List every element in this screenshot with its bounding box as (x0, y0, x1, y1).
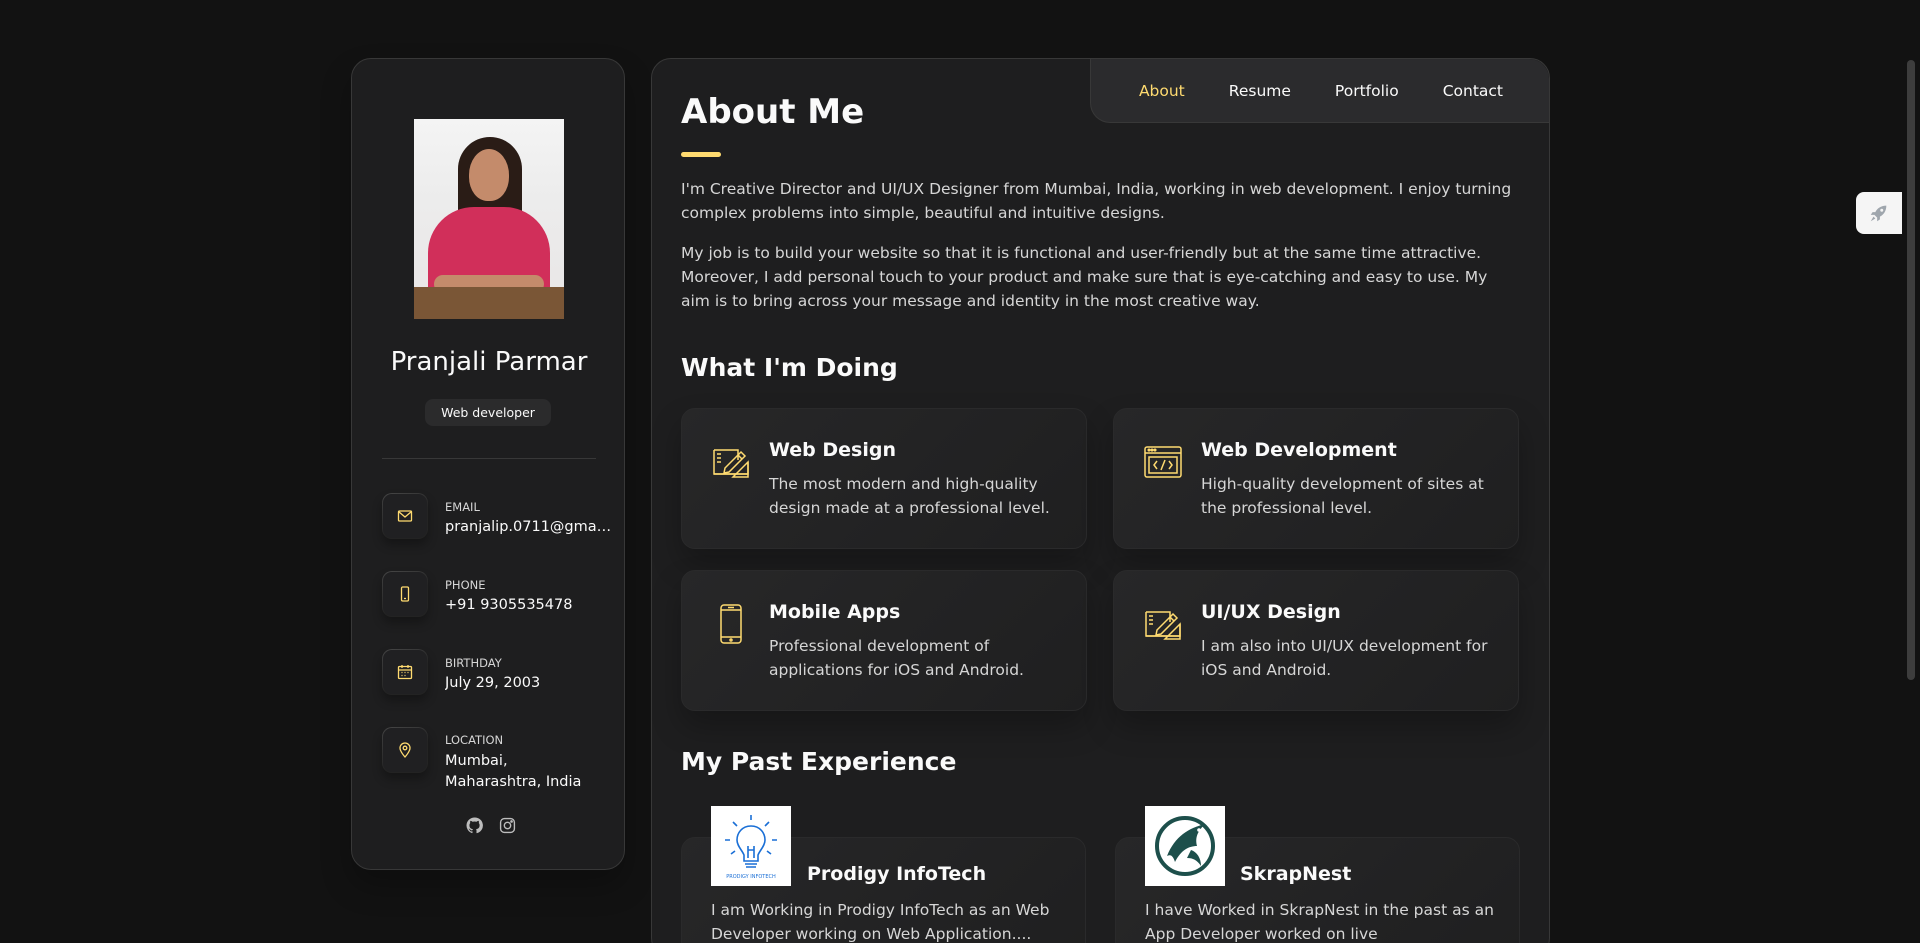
contact-email: EMAIL pranjalip.0711@gmail.com (382, 493, 615, 543)
nav-item-contact[interactable]: Contact (1443, 82, 1503, 100)
service-text: Professional development of applications… (769, 637, 1024, 679)
nav-item-about[interactable]: About (1139, 82, 1185, 100)
service-card-ui-ux-design: UI/UX Design I am also into UI/UX develo… (1113, 570, 1519, 711)
service-text: The most modern and high-quality design … (769, 475, 1050, 517)
about-paragraph-2: My job is to build your website so that … (681, 244, 1488, 310)
profile-sidebar: Pranjali Parmar Web developer EMAIL pran… (351, 58, 625, 870)
social-links (466, 817, 526, 837)
skrapnest-logo (1145, 806, 1225, 886)
design-icon (713, 449, 749, 478)
experience-text: I have Worked in SkrapNest in the past a… (1145, 901, 1494, 943)
service-title: Mobile Apps (769, 601, 901, 623)
github-icon[interactable] (466, 817, 483, 834)
sidebar-divider (382, 458, 596, 459)
birthday-value: July 29, 2003 (445, 675, 541, 691)
rocket-icon (1870, 205, 1887, 222)
service-card-web-design: Web Design The most modern and high-qual… (681, 408, 1087, 549)
service-text: I am also into UI/UX development for iOS… (1201, 637, 1488, 679)
profile-title-badge: Web developer (425, 399, 551, 426)
contact-label: BIRTHDAY (445, 656, 502, 670)
page-scrollbar[interactable] (1907, 60, 1915, 680)
title-underline (681, 152, 721, 157)
code-window-icon (1144, 446, 1182, 478)
instagram-icon[interactable] (499, 817, 516, 834)
design-icon (1145, 611, 1181, 640)
experience-company: Prodigy InfoTech (807, 863, 987, 885)
phone-link[interactable]: +91 9305535478 (445, 597, 615, 613)
nav-item-resume[interactable]: Resume (1229, 82, 1291, 100)
prodigy-logo-text: PRODIGY INFOTECH (726, 874, 776, 880)
mobile-icon (720, 604, 742, 644)
service-text: High-quality development of sites at the… (1201, 475, 1484, 517)
experience-heading: My Past Experience (681, 747, 957, 776)
email-link[interactable]: pranjalip.0711@gmail.com (445, 519, 615, 535)
service-card-web-development: Web Development High-quality development… (1113, 408, 1519, 549)
service-title: UI/UX Design (1201, 601, 1341, 623)
contact-label: LOCATION (445, 733, 504, 747)
top-navbar: About Resume Portfolio Contact (1090, 59, 1549, 123)
main-content: About Resume Portfolio Contact About Me … (651, 58, 1550, 943)
calendar-icon (382, 649, 428, 695)
page-title: About Me (681, 92, 865, 132)
about-paragraph-1: I'm Creative Director and UI/UX Designer… (681, 180, 1512, 222)
location-value: Mumbai, Maharashtra, India (445, 753, 582, 790)
experience-text: I am Working in Prodigy InfoTech as an W… (711, 901, 1050, 943)
mail-icon (382, 493, 428, 539)
profile-avatar (414, 119, 564, 319)
contact-birthday: BIRTHDAY July 29, 2003 (382, 649, 612, 699)
service-title: Web Development (1201, 439, 1397, 461)
contact-phone: PHONE +91 9305535478 (382, 571, 612, 621)
location-pin-icon (382, 727, 428, 773)
profile-name: Pranjali Parmar (390, 347, 588, 377)
phone-icon (382, 571, 428, 617)
service-title: Web Design (769, 439, 896, 461)
contact-location: LOCATION Mumbai, Maharashtra, India (382, 727, 612, 790)
experience-company: SkrapNest (1240, 863, 1352, 885)
contact-label: EMAIL (445, 500, 480, 514)
service-card-mobile-apps: Mobile Apps Professional development of … (681, 570, 1087, 711)
contact-label: PHONE (445, 578, 486, 592)
services-heading: What I'm Doing (681, 353, 898, 382)
floating-rocket-button[interactable] (1856, 192, 1902, 234)
prodigy-infotech-logo: PRODIGY INFOTECH (711, 806, 791, 886)
nav-item-portfolio[interactable]: Portfolio (1335, 82, 1399, 100)
